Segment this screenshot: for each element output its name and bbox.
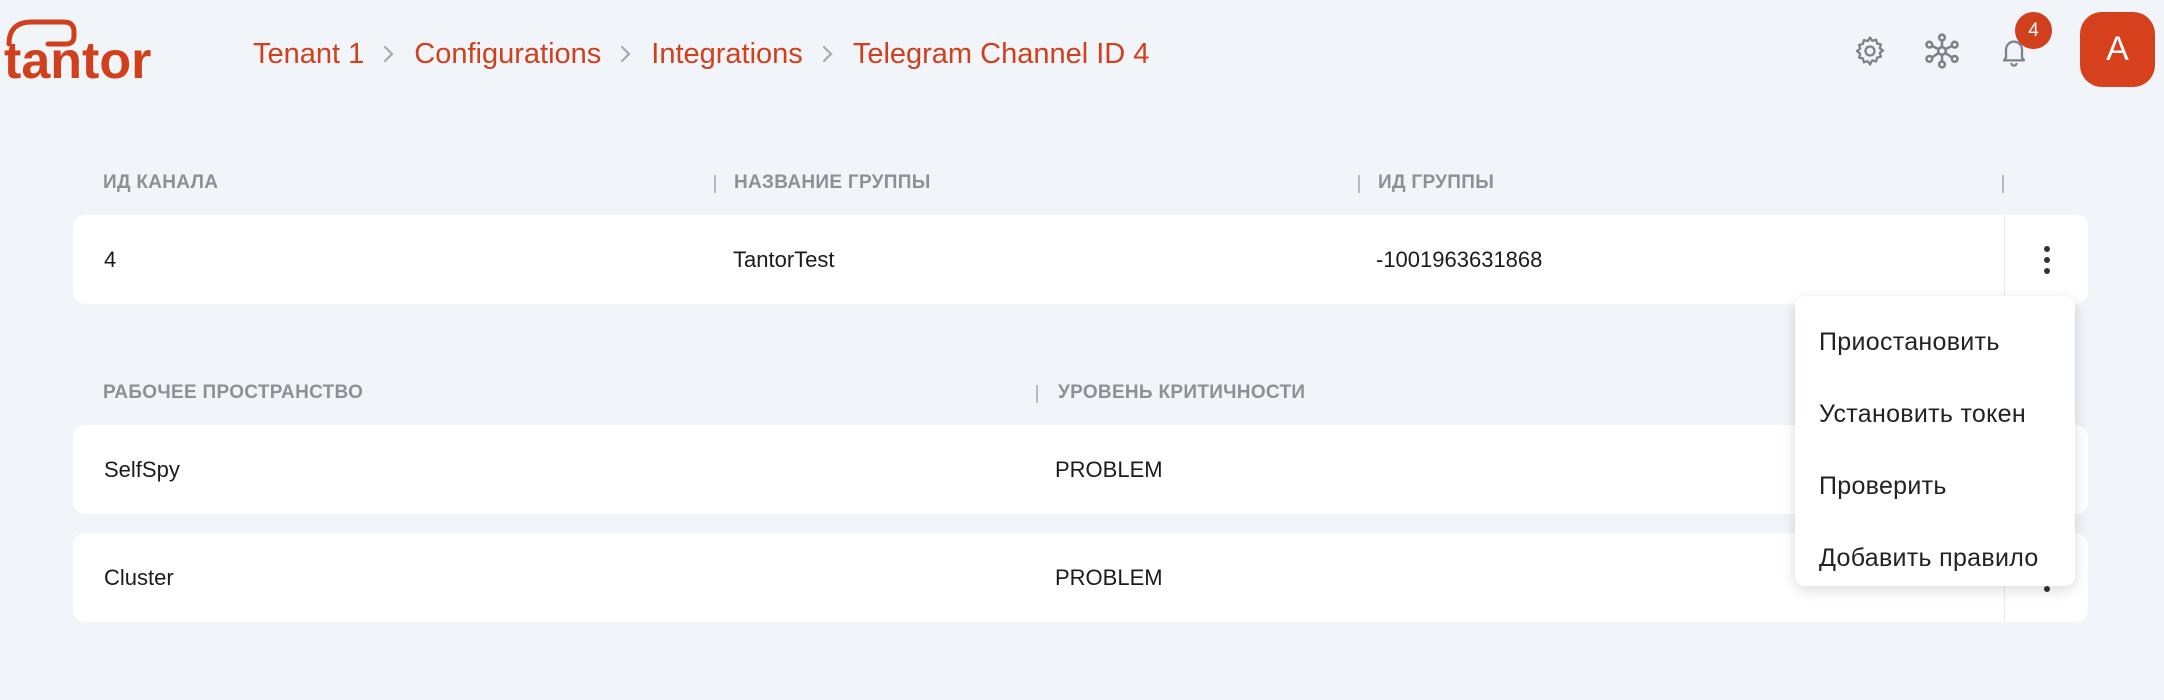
- network-button[interactable]: [1920, 29, 1964, 73]
- severity-value: PROBLEM: [1055, 564, 1163, 590]
- chevron-right-icon: [803, 45, 853, 63]
- breadcrumb-tenant[interactable]: Tenant 1: [253, 38, 364, 71]
- gear-icon: [1855, 36, 1885, 66]
- tantor-logo[interactable]: tantor: [4, 14, 169, 84]
- column-divider[interactable]: [714, 175, 716, 193]
- column-header-group-name[interactable]: НАЗВАНИЕ ГРУППЫ: [734, 168, 931, 198]
- rule-row: SelfSpy PROBLEM: [73, 425, 2088, 514]
- column-header-workspace[interactable]: РАБОЧЕЕ ПРОСТРАНСТВО: [103, 378, 363, 408]
- user-avatar[interactable]: A: [2080, 12, 2155, 87]
- menu-item-add-rule[interactable]: Добавить правило: [1795, 522, 2075, 594]
- column-divider[interactable]: [1358, 175, 1360, 193]
- breadcrumb: Tenant 1 Configurations Integrations Tel…: [253, 36, 1149, 72]
- chevron-right-icon: [601, 45, 651, 63]
- breadcrumb-configurations[interactable]: Configurations: [414, 38, 601, 71]
- column-header-group-id[interactable]: ИД ГРУППЫ: [1378, 168, 1494, 198]
- column-header-severity[interactable]: УРОВЕНЬ КРИТИЧНОСТИ: [1058, 378, 1305, 408]
- svg-text:tantor: tantor: [4, 32, 151, 84]
- breadcrumb-integrations[interactable]: Integrations: [651, 38, 803, 71]
- menu-item-set-token[interactable]: Установить токен: [1795, 378, 2075, 450]
- breadcrumb-current-page: Telegram Channel ID 4: [852, 37, 1150, 70]
- settings-button[interactable]: [1848, 29, 1892, 73]
- chevron-right-icon: [364, 45, 414, 63]
- menu-item-pause[interactable]: Приостановить: [1795, 306, 2075, 378]
- menu-item-check[interactable]: Проверить: [1795, 450, 2075, 522]
- notification-count-badge: 4: [2015, 12, 2052, 49]
- row-actions-menu: Приостановить Установить токен Проверить…: [1795, 296, 2075, 586]
- column-divider[interactable]: [1036, 385, 1038, 403]
- workspace-value: SelfSpy: [104, 456, 180, 482]
- rule-row: Cluster PROBLEM: [73, 533, 2088, 622]
- kebab-dot: [2044, 268, 2050, 274]
- column-header-channel-id[interactable]: ИД КАНАЛА: [103, 168, 218, 198]
- column-divider[interactable]: [2002, 175, 2004, 193]
- row-actions-button[interactable]: [2033, 237, 2061, 283]
- kebab-dot: [2044, 246, 2050, 252]
- app-header: tantor Tenant 1 Configurations Integrati…: [0, 0, 2164, 110]
- channel-row: 4 TantorTest -1001963631868: [73, 215, 2088, 304]
- group-id-value: -1001963631868: [1376, 246, 1543, 272]
- workspace-value: Cluster: [104, 564, 174, 590]
- channel-id-value: 4: [104, 246, 117, 272]
- group-name-value: TantorTest: [733, 246, 835, 272]
- kebab-dot: [2044, 257, 2050, 263]
- severity-value: PROBLEM: [1055, 456, 1163, 482]
- network-icon: [1925, 33, 1959, 69]
- row-divider: [2004, 215, 2005, 304]
